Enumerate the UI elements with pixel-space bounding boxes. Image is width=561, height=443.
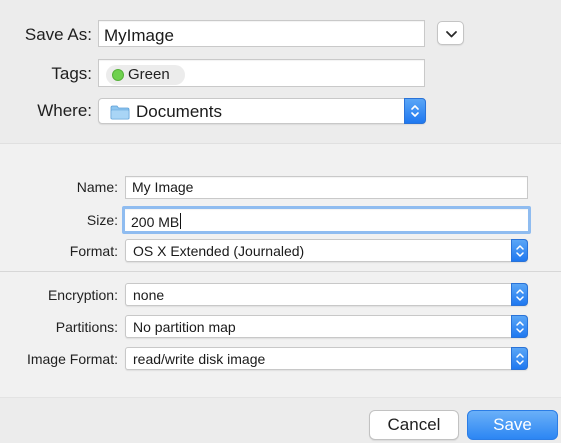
up-down-arrows-icon (516, 321, 524, 333)
format-popup[interactable]: OS X Extended (Journaled) (125, 239, 528, 262)
save-as-value: MyImage (104, 26, 174, 45)
name-value: My Image (132, 179, 194, 195)
size-value: 200 MB (131, 213, 182, 230)
where-value: Documents (136, 102, 222, 121)
name-label: Name: (76, 179, 118, 195)
up-down-arrows-icon (516, 353, 524, 365)
save-as-label: Save As: (24, 25, 92, 44)
section-divider (0, 271, 561, 272)
save-button[interactable]: Save (467, 410, 558, 440)
green-tag-dot-icon (112, 69, 124, 81)
up-down-arrows-icon (516, 245, 524, 257)
name-field[interactable]: My Image (125, 176, 528, 199)
partitions-value: No partition map (133, 319, 236, 335)
up-down-arrows-icon (516, 289, 524, 301)
where-label: Where: (37, 101, 92, 120)
expand-dialog-button[interactable] (437, 21, 464, 45)
size-field[interactable]: 200 MB (122, 206, 531, 234)
encryption-popup[interactable]: none (125, 283, 528, 306)
size-label: Size: (86, 212, 118, 228)
encryption-value: none (133, 287, 165, 303)
save-as-field[interactable]: MyImage (98, 20, 425, 47)
image-format-stepper[interactable] (511, 347, 528, 370)
tag-token[interactable]: Green (106, 65, 185, 85)
image-format-label: Image Format: (26, 351, 118, 367)
cancel-button[interactable]: Cancel (369, 410, 459, 440)
tags-label: Tags: (51, 64, 92, 83)
where-popup[interactable]: Documents (98, 98, 426, 124)
tags-field[interactable]: Green (98, 59, 425, 87)
image-format-value: read/write disk image (133, 351, 266, 367)
partitions-popup[interactable]: No partition map (125, 315, 528, 338)
text-cursor (180, 213, 182, 229)
format-stepper[interactable] (511, 239, 528, 262)
partitions-stepper[interactable] (511, 315, 528, 338)
encryption-stepper[interactable] (511, 283, 528, 306)
folder-icon (110, 105, 130, 120)
encryption-label: Encryption: (47, 287, 118, 303)
format-value: OS X Extended (Journaled) (133, 243, 305, 259)
format-label: Format: (69, 243, 118, 259)
image-format-popup[interactable]: read/write disk image (125, 347, 528, 370)
up-down-arrows-icon (411, 105, 419, 117)
chevron-down-icon (446, 31, 457, 38)
partitions-label: Partitions: (55, 319, 118, 335)
tag-label: Green (128, 66, 170, 83)
where-stepper[interactable] (404, 98, 426, 124)
